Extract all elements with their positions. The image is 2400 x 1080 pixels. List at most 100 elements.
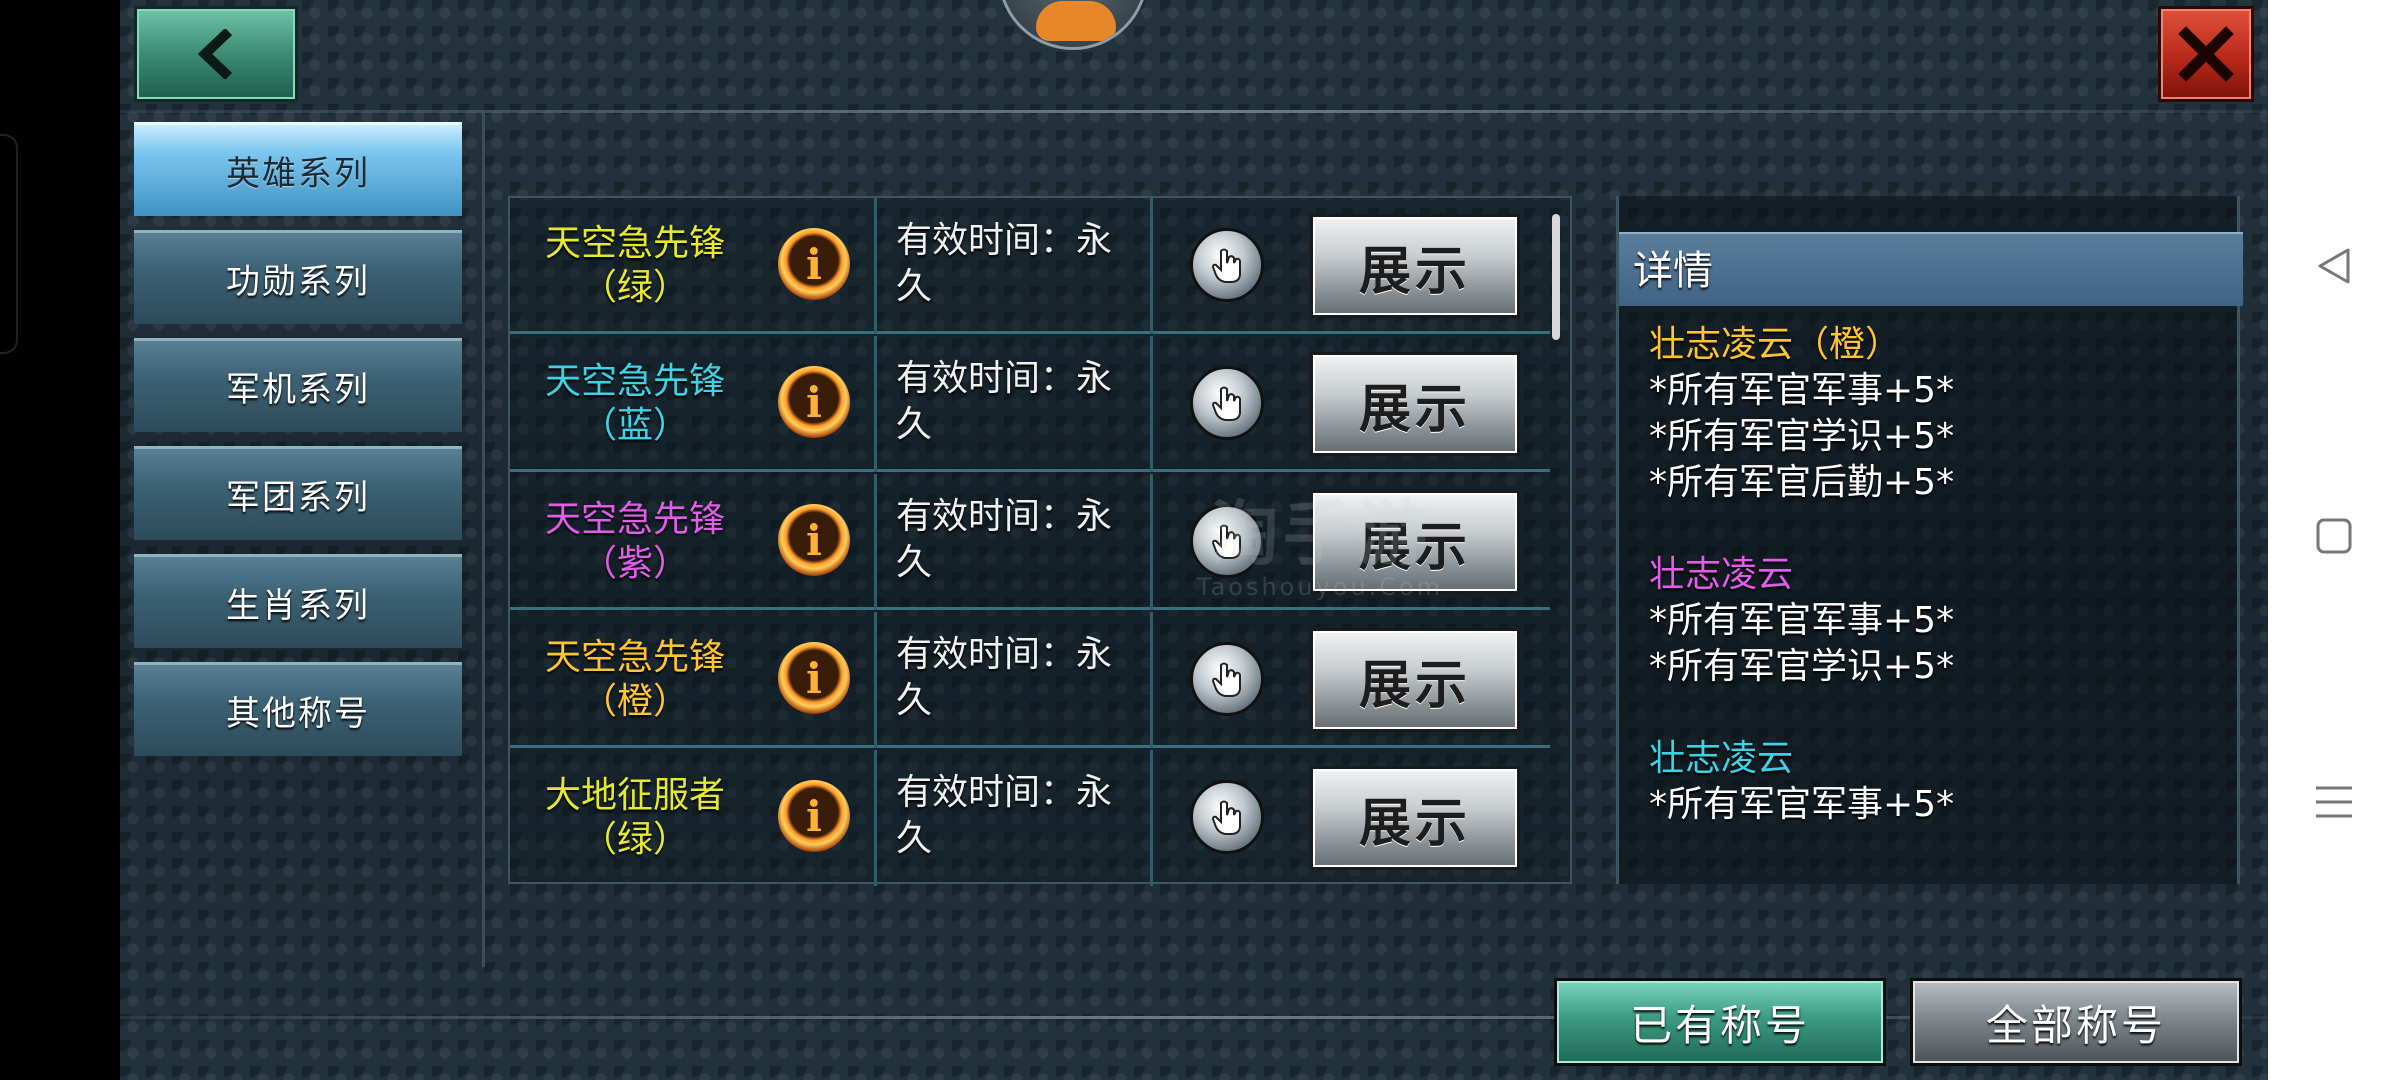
list-item: 天空急先锋 （橙） i 有效时间：永 久 展示 — [510, 612, 1550, 748]
info-icon[interactable]: i — [778, 504, 850, 576]
list-item: 天空急先锋 （蓝） i 有效时间：永 久 展示 — [510, 336, 1550, 472]
info-icon[interactable]: i — [778, 780, 850, 852]
display-button[interactable]: 展示 — [1310, 214, 1520, 318]
detail-line: *所有军官学识+5* — [1649, 416, 1955, 457]
detail-line: *所有军官军事+5* — [1649, 370, 1955, 411]
close-icon — [2178, 26, 2234, 82]
tab-label: 全部称号 — [1985, 1000, 2166, 1050]
sidebar-item-legion-series[interactable]: 军团系列 — [134, 446, 462, 540]
pointer-hand-icon[interactable] — [1190, 642, 1264, 716]
sidebar-item-label: 生肖系列 — [226, 586, 370, 626]
screen-notch — [0, 134, 18, 354]
system-nav-bar — [2268, 0, 2400, 1080]
sidebar-item-label: 军机系列 — [226, 370, 370, 410]
validity-line2: 久 — [896, 818, 933, 859]
details-panel: 详情 壮志凌云（橙） *所有军官军事+5* *所有军官学识+5* *所有军官后勤… — [1616, 196, 2243, 884]
title-name-line1: 大地征服者 — [544, 775, 725, 816]
title-name-line1: 天空急先锋 — [544, 499, 725, 540]
validity-line2: 久 — [896, 680, 933, 721]
game-screen: 英雄系列 功勋系列 军机系列 军团系列 生肖系列 其他称号 天空急先锋 （绿） … — [120, 0, 2268, 1080]
display-button-label: 展示 — [1358, 379, 1471, 440]
column-divider — [1150, 750, 1153, 886]
title-name-line2: （绿） — [580, 819, 689, 860]
title-name-line1: 天空急先锋 — [544, 637, 725, 678]
column-divider — [1150, 612, 1153, 748]
menu-lines-icon[interactable] — [2312, 780, 2356, 824]
list-item: 大地征服者 （绿） i 有效时间：永 久 展示 — [510, 750, 1550, 886]
title-name-line1: 天空急先锋 — [544, 361, 725, 402]
display-button-label: 展示 — [1358, 655, 1471, 716]
validity-line1: 有效时间：永 — [896, 772, 1113, 813]
validity-text: 有效时间：永 久 — [896, 218, 1146, 310]
display-button[interactable]: 展示 — [1310, 352, 1520, 456]
tab-label: 已有称号 — [1629, 1000, 1810, 1050]
title-name: 天空急先锋 （蓝） — [510, 336, 760, 472]
title-name: 天空急先锋 （紫） — [510, 474, 760, 610]
detail-group: 壮志凌云 *所有军官军事+5* — [1649, 736, 2229, 828]
sidebar-item-aircraft-series[interactable]: 军机系列 — [134, 338, 462, 432]
close-button[interactable] — [2158, 6, 2254, 102]
column-divider — [874, 336, 877, 472]
list-scrollbar[interactable] — [1552, 214, 1560, 340]
column-divider — [1150, 198, 1153, 334]
validity-line1: 有效时间：永 — [896, 220, 1113, 261]
validity-line2: 久 — [896, 266, 933, 307]
title-name-line2: （橙） — [580, 681, 689, 722]
pointer-hand-icon[interactable] — [1190, 780, 1264, 854]
sidebar-item-zodiac-series[interactable]: 生肖系列 — [134, 554, 462, 648]
info-icon[interactable]: i — [778, 228, 850, 300]
back-button[interactable] — [134, 6, 298, 102]
sidebar-item-label: 军团系列 — [226, 478, 370, 518]
column-divider — [1150, 336, 1153, 472]
validity-line1: 有效时间：永 — [896, 358, 1113, 399]
sidebar-separator — [482, 112, 485, 967]
title-name-line2: （紫） — [580, 543, 689, 584]
top-emblem-icon — [998, 0, 1148, 50]
column-divider — [874, 474, 877, 610]
display-button-label: 展示 — [1358, 793, 1471, 854]
tab-all-titles[interactable]: 全部称号 — [1910, 978, 2242, 1066]
validity-text: 有效时间：永 久 — [896, 632, 1146, 724]
detail-line: *所有军官军事+5* — [1649, 784, 1955, 825]
details-body: 壮志凌云（橙） *所有军官军事+5* *所有军官学识+5* *所有军官后勤+5*… — [1649, 322, 2229, 874]
title-name-line2: （蓝） — [580, 405, 689, 446]
detail-line: *所有军官后勤+5* — [1649, 462, 1955, 503]
column-divider — [1150, 474, 1153, 610]
validity-line2: 久 — [896, 542, 933, 583]
sidebar-item-merit-series[interactable]: 功勋系列 — [134, 230, 462, 324]
category-sidebar: 英雄系列 功勋系列 军机系列 军团系列 生肖系列 其他称号 — [120, 112, 490, 967]
validity-text: 有效时间：永 久 — [896, 356, 1146, 448]
watermark-url: Taoshouyou.Com — [1196, 573, 1444, 601]
detail-group-title: 壮志凌云 — [1649, 554, 1794, 595]
details-header: 详情 — [1619, 232, 2243, 306]
list-item: 天空急先锋 （绿） i 有效时间：永 久 展示 — [510, 198, 1550, 334]
validity-line2: 久 — [896, 404, 933, 445]
validity-line1: 有效时间：永 — [896, 634, 1113, 675]
validity-line1: 有效时间：永 — [896, 496, 1113, 537]
display-button[interactable]: 展示 — [1310, 766, 1520, 870]
display-button-label: 展示 — [1358, 241, 1471, 302]
validity-text: 有效时间：永 久 — [896, 494, 1146, 586]
info-icon[interactable]: i — [778, 366, 850, 438]
column-divider — [874, 750, 877, 886]
title-name-line1: 天空急先锋 — [544, 223, 725, 264]
sidebar-item-other-titles[interactable]: 其他称号 — [134, 662, 462, 756]
pointer-hand-icon[interactable] — [1190, 228, 1264, 302]
detail-line: *所有军官学识+5* — [1649, 646, 1955, 687]
info-icon[interactable]: i — [778, 642, 850, 714]
title-name: 大地征服者 （绿） — [510, 750, 760, 886]
column-divider — [874, 198, 877, 334]
detail-group: 壮志凌云（橙） *所有军官军事+5* *所有军官学识+5* *所有军官后勤+5* — [1649, 322, 2229, 506]
sidebar-item-label: 其他称号 — [226, 694, 370, 734]
back-triangle-icon[interactable] — [2312, 244, 2356, 288]
pointer-hand-icon[interactable] — [1190, 366, 1264, 440]
home-square-icon[interactable] — [2312, 514, 2356, 558]
tab-owned-titles[interactable]: 已有称号 — [1554, 978, 1886, 1066]
detail-group-title: 壮志凌云（橙） — [1649, 324, 1902, 365]
sidebar-item-hero-series[interactable]: 英雄系列 — [134, 122, 462, 216]
sidebar-item-label: 功勋系列 — [226, 262, 370, 302]
title-name: 天空急先锋 （绿） — [510, 198, 760, 334]
sidebar-item-label: 英雄系列 — [226, 154, 370, 194]
display-button[interactable]: 展示 — [1310, 628, 1520, 732]
detail-line: *所有军官军事+5* — [1649, 600, 1955, 641]
